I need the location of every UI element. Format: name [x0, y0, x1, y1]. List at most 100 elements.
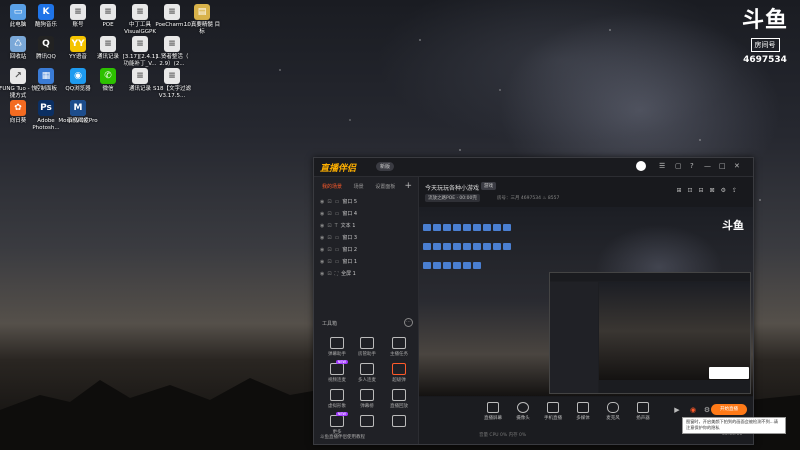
toolbox-item[interactable]: 房管助手 — [352, 337, 382, 357]
tab-settings-panel[interactable]: 设置面板 — [375, 184, 395, 190]
toolbox-item[interactable]: 多人连麦 — [352, 363, 382, 383]
nested-control-bar — [599, 380, 750, 393]
app-glyph-icon: ▭ — [10, 4, 26, 20]
eye-icon[interactable]: ◉ — [320, 235, 324, 241]
version-badge[interactable]: 新版 — [376, 162, 395, 171]
desktop-icon-label: 1.贤者整活（ 2.9）(2... — [155, 54, 189, 67]
source-row[interactable]: ◉ ⊡ ⛶ 全屏 1 — [320, 269, 356, 279]
lock-icon[interactable]: ⊡ — [327, 199, 331, 205]
desktop-icon[interactable]: ▤ 10真要精髓 目标 — [182, 4, 222, 36]
toolbox-item[interactable]: 主播任务 — [384, 337, 414, 357]
toolbox-item[interactable]: 更多 NEW — [322, 412, 352, 435]
nested-main-preview — [599, 282, 750, 380]
app-glyph-icon: ♺ — [10, 36, 26, 52]
app-glyph-icon: ≡ — [132, 68, 148, 84]
tab-my-scenes[interactable]: 我的场景 — [322, 184, 342, 190]
source-label: 窗口 3 — [342, 235, 358, 241]
toolbox-item[interactable]: 虚拟形象 — [322, 389, 352, 409]
app-glyph-icon: ≡ — [164, 36, 180, 52]
eye-icon[interactable]: ◉ — [320, 271, 324, 277]
room-tag[interactable]: 游戏 — [481, 182, 496, 190]
tool-label: 多人连麦 — [358, 378, 376, 383]
tool-icon — [330, 363, 344, 375]
eye-icon[interactable]: ◉ — [320, 259, 324, 265]
user-avatar[interactable] — [636, 161, 646, 171]
tool-icon — [360, 337, 374, 349]
menu-icon[interactable]: ☰ — [659, 162, 665, 170]
source-label: 窗口 1 — [342, 259, 358, 265]
control-label: 手机直播 — [544, 416, 562, 421]
multimedia-button[interactable]: 多媒体 — [571, 402, 595, 421]
camera-button[interactable]: 摄像头 — [511, 402, 535, 421]
app-glyph-icon: ≡ — [132, 4, 148, 20]
microphone-icon — [607, 402, 619, 413]
desktop-icon[interactable]: ≡ 1.贤者整活（ 2.9）(2... — [152, 36, 192, 68]
source-row[interactable]: ◉ ⊡ ▭ 窗口 5 — [320, 197, 357, 207]
mobile-live-button[interactable]: 手机直播 — [541, 402, 565, 421]
app-glyph-icon: Ps — [38, 100, 54, 116]
toolbox-item[interactable]: 弹幕助手 — [322, 337, 352, 357]
lock-icon[interactable]: ⊡ — [327, 223, 331, 229]
eye-icon[interactable]: ◉ — [320, 247, 324, 253]
source-row[interactable]: ◉ ⊡ ▭ 窗口 1 — [320, 257, 357, 267]
source-row[interactable]: ◉ ⊡ ▭ 窗口 4 — [320, 209, 357, 219]
add-source-icon[interactable]: + — [404, 181, 412, 191]
close-icon[interactable]: ✕ — [734, 162, 740, 170]
minimize-icon[interactable]: — — [704, 162, 711, 170]
eye-icon[interactable]: ◉ — [320, 211, 324, 217]
camera-icon — [517, 402, 529, 413]
maximize-icon[interactable]: □ — [719, 162, 726, 170]
app-glyph-icon: ▤ — [194, 4, 210, 20]
source-row[interactable]: ◉ ⊡ ▭ 窗口 3 — [320, 233, 357, 243]
tool-label: 弹幕助手 — [328, 352, 346, 357]
toolbox-item[interactable]: 弹幕榜 — [352, 389, 382, 409]
tool-label: 视频连麦 — [328, 378, 346, 383]
app-glyph-icon: ≡ — [164, 4, 180, 20]
stream-preview[interactable]: 斗鱼 — [419, 207, 753, 396]
desktop-icon[interactable]: M MorphVOX Pro — [58, 100, 98, 125]
toolbox-item[interactable]: 直播回放 — [384, 389, 414, 409]
app-glyph-icon: ▦ — [38, 68, 54, 84]
status-row: 音量 CPU 0% 内存 0% — [479, 433, 527, 438]
window-icon: ▭ — [334, 259, 340, 265]
control-label: 摄像头 — [516, 416, 530, 421]
eye-icon[interactable]: ◉ — [320, 199, 324, 205]
main-panel: 今天玩玩各种小游戏 游戏 流放之路POE · 00:00完 房号：三月 4697… — [419, 177, 753, 444]
lock-icon[interactable]: ⊡ — [327, 247, 331, 253]
tutorial-link[interactable]: 斗鱼直播伴侣使用教程 — [320, 434, 365, 440]
lock-icon[interactable]: ⊡ — [327, 235, 331, 241]
skin-icon[interactable]: ▢ — [675, 162, 682, 170]
source-row[interactable]: ◉ ⊡ T 文本 1 — [320, 221, 355, 231]
control-label: 多媒体 — [576, 416, 590, 421]
room-title[interactable]: 今天玩玩各种小游戏 — [425, 183, 479, 192]
app-glyph-icon: Q — [38, 36, 54, 52]
lock-icon[interactable]: ⊡ — [327, 211, 331, 217]
lock-icon[interactable]: ⊡ — [327, 259, 331, 265]
lock-icon[interactable]: ⊡ — [327, 271, 331, 277]
preview-popup — [709, 367, 749, 379]
category-chip[interactable]: 流放之路POE · 00:00完 — [425, 194, 480, 202]
source-row[interactable]: ◉ ⊡ ▭ 窗口 2 — [320, 245, 357, 255]
tool-icon — [330, 389, 344, 401]
toolbox-item[interactable] — [384, 415, 414, 429]
desktop-icon[interactable]: ≡ S18【文字过滤V3.17.5... — [152, 68, 192, 100]
tab-scenes[interactable]: 场景 — [354, 184, 364, 190]
eye-icon[interactable]: ◉ — [320, 223, 324, 229]
app-glyph-icon: ≡ — [100, 4, 116, 20]
room-info: 房号：三月 4697534 ♨ 8557 — [497, 196, 560, 201]
toolbox-item[interactable]: 超级弹 — [384, 363, 414, 383]
screen-capture-button[interactable]: 直播屏幕 — [481, 402, 505, 421]
desktop-icon-label: 10真要精髓 目标 — [183, 22, 221, 35]
start-live-button[interactable]: 开始直播 — [711, 404, 747, 415]
tool-icon — [392, 415, 406, 427]
app-glyph-icon: ◉ — [70, 68, 86, 84]
help-icon[interactable]: ? — [690, 162, 694, 170]
control-label: 扬声器 — [636, 416, 650, 421]
toolbox-settings-icon[interactable]: ⋯ — [404, 318, 413, 327]
top-action-icons[interactable]: ⊞⊡⊟⊠⚙⇪ — [676, 187, 743, 194]
toolbox-item[interactable]: 视频连麦 NEW — [322, 360, 352, 383]
app-glyph-icon: ✆ — [100, 68, 116, 84]
microphone-button[interactable]: 麦克风 — [601, 402, 625, 421]
speaker-button[interactable]: 扬声器 — [631, 402, 655, 421]
toolbox-item[interactable] — [352, 415, 382, 429]
